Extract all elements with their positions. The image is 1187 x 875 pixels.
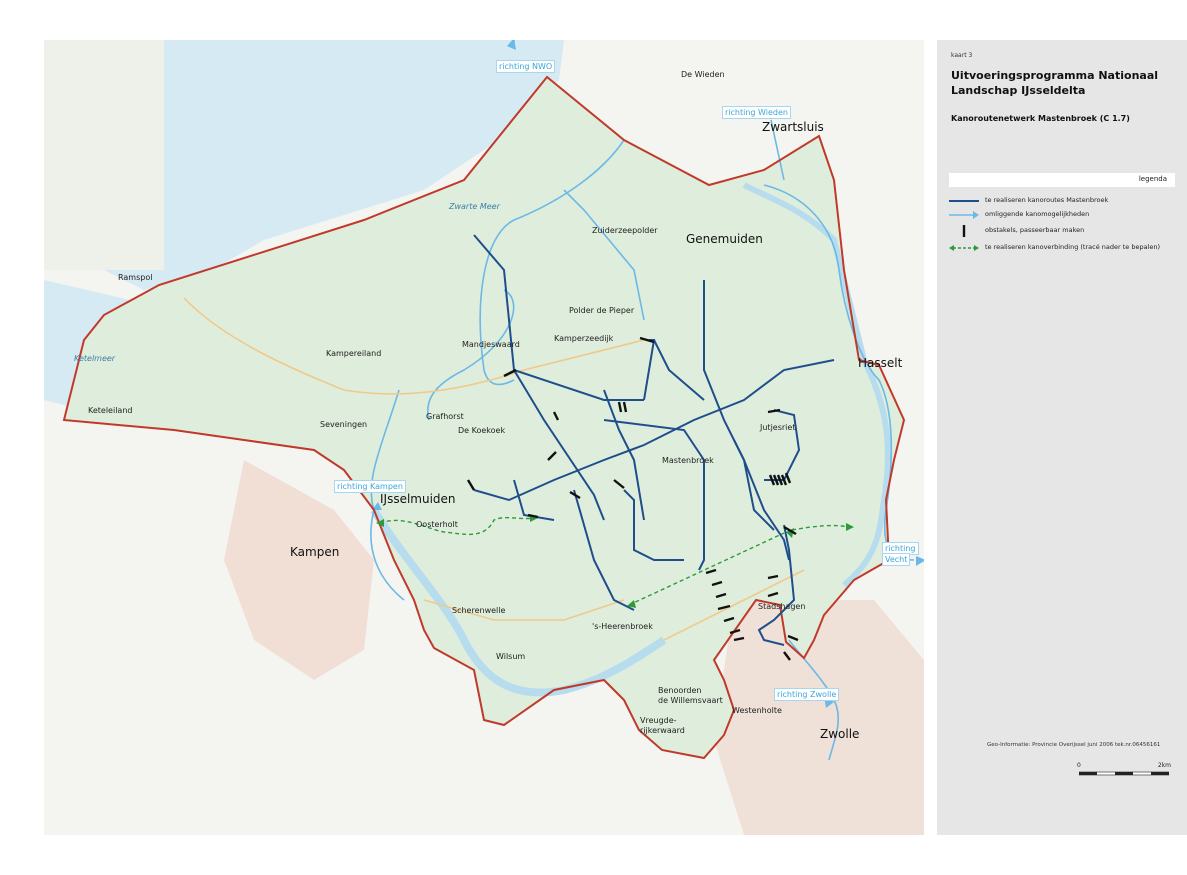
zwolle-urban (714, 600, 924, 835)
direction-label-kampen: richting Kampen (334, 480, 406, 493)
label-heerenbroek: 's-Heerenbroek (592, 622, 653, 631)
label-mastenbroek: Mastenbroek (662, 456, 714, 465)
scale-bar-graphic (1079, 771, 1169, 776)
map-subtitle: Kanoroutenetwerk Mastenbroek (C 1.7) (951, 114, 1130, 123)
legend-item-routes: te realiseren kanoroutes Mastenbroek (949, 195, 1181, 207)
label-hasselt: Hasselt (858, 356, 903, 370)
legend-label-connection: te realiseren kanoverbinding (tracé nade… (985, 243, 1161, 251)
legend-label-routes: te realiseren kanoroutes Mastenbroek (985, 196, 1109, 204)
label-de-koekoek: De Koekoek (458, 426, 506, 435)
direction-label-vecht-2: Vecht (882, 553, 911, 566)
direction-label-wieden: richting Wieden (722, 106, 791, 119)
label-polder-de-pieper: Polder de Pieper (569, 306, 635, 315)
map-title-line1: Uitvoeringsprogramma Nationaal (951, 69, 1159, 82)
route-line-icon (949, 200, 979, 202)
map-number: kaart 3 (951, 52, 973, 59)
legend-item-surrounding: omliggende kanomogelijkheden (949, 209, 1181, 221)
legend-panel: kaart 3 Uitvoeringsprogramma Nationaal L… (937, 40, 1187, 835)
label-wilsum: Wilsum (496, 652, 526, 661)
label-seveningen: Seveningen (320, 420, 368, 429)
label-vreugde: Vreugde- (640, 716, 677, 725)
label-kampereiland: Kampereiland (326, 349, 382, 358)
credit-line: Geo-Informatie: Provincie Overijssel jun… (987, 742, 1161, 748)
label-oosterholt: Oosterholt (416, 520, 458, 529)
label-scherenwelle: Scherenwelle (452, 606, 506, 615)
label-benoorden: Benoorden (658, 686, 702, 695)
legend-header-label: legenda (1138, 175, 1167, 183)
label-ramspol: Ramspol (118, 273, 153, 282)
legend-item-connection: te realiseren kanoverbinding (tracé nade… (949, 242, 1181, 254)
scale-end-label: 2km (1157, 762, 1171, 769)
label-mandjeswaard: Mandjeswaard (462, 340, 520, 349)
label-kamperzeedijk: Kamperzeedijk (554, 334, 614, 343)
label-rijkerwaard: rijkerwaard (640, 726, 685, 735)
label-grafhorst: Grafhorst (426, 412, 464, 421)
label-stadshagen: Stadshagen (758, 602, 806, 611)
label-ketelmeer: Ketelmeer (74, 354, 116, 363)
label-de-willemsvaart: de Willemsvaart (658, 696, 723, 705)
kampen-urban (224, 460, 374, 680)
map-graphics (44, 40, 924, 835)
label-kampen: Kampen (290, 545, 340, 559)
label-keteleiland: Keteleiland (88, 406, 133, 415)
map-canvas[interactable]: De Wieden Zwartsluis Zwarte Meer Zuiderz… (44, 40, 924, 835)
legend-item-obstacles: obstakels, passeerbaar maken (949, 225, 1181, 237)
legend-header: legenda (949, 173, 1175, 187)
legend-label-obstacles: obstakels, passeerbaar maken (985, 226, 1085, 234)
label-genemuiden: Genemuiden (686, 232, 763, 246)
scale-bar: 0 2km (1077, 762, 1171, 782)
label-zwartsluis: Zwartsluis (762, 120, 824, 134)
dashed-double-arrow-icon (949, 245, 979, 251)
scale-start-label: 0 (1077, 762, 1081, 769)
map-title-line2: Landschap IJsseldelta (951, 84, 1086, 97)
label-ijsselmuiden: IJsselmuiden (380, 492, 456, 506)
direction-label-zwolle: richting Zwolle (774, 688, 840, 701)
label-westenholte: Westenholte (732, 706, 782, 715)
label-zwarte-meer: Zwarte Meer (449, 202, 500, 211)
farmland-nw (44, 40, 164, 270)
map-title: Uitvoeringsprogramma Nationaal Landschap… (951, 68, 1181, 98)
direction-label-nwo: richting NWO (496, 60, 556, 73)
arrow-right-icon (949, 211, 979, 219)
legend-label-surrounding: omliggende kanomogelijkheden (985, 210, 1090, 218)
label-de-wieden: De Wieden (681, 70, 725, 79)
label-zuiderzeepolder: Zuiderzeepolder (592, 226, 658, 235)
label-jutjesriet: Jutjesriet (760, 423, 796, 432)
label-zwolle: Zwolle (820, 727, 860, 741)
obstacle-bar-icon (962, 225, 966, 237)
